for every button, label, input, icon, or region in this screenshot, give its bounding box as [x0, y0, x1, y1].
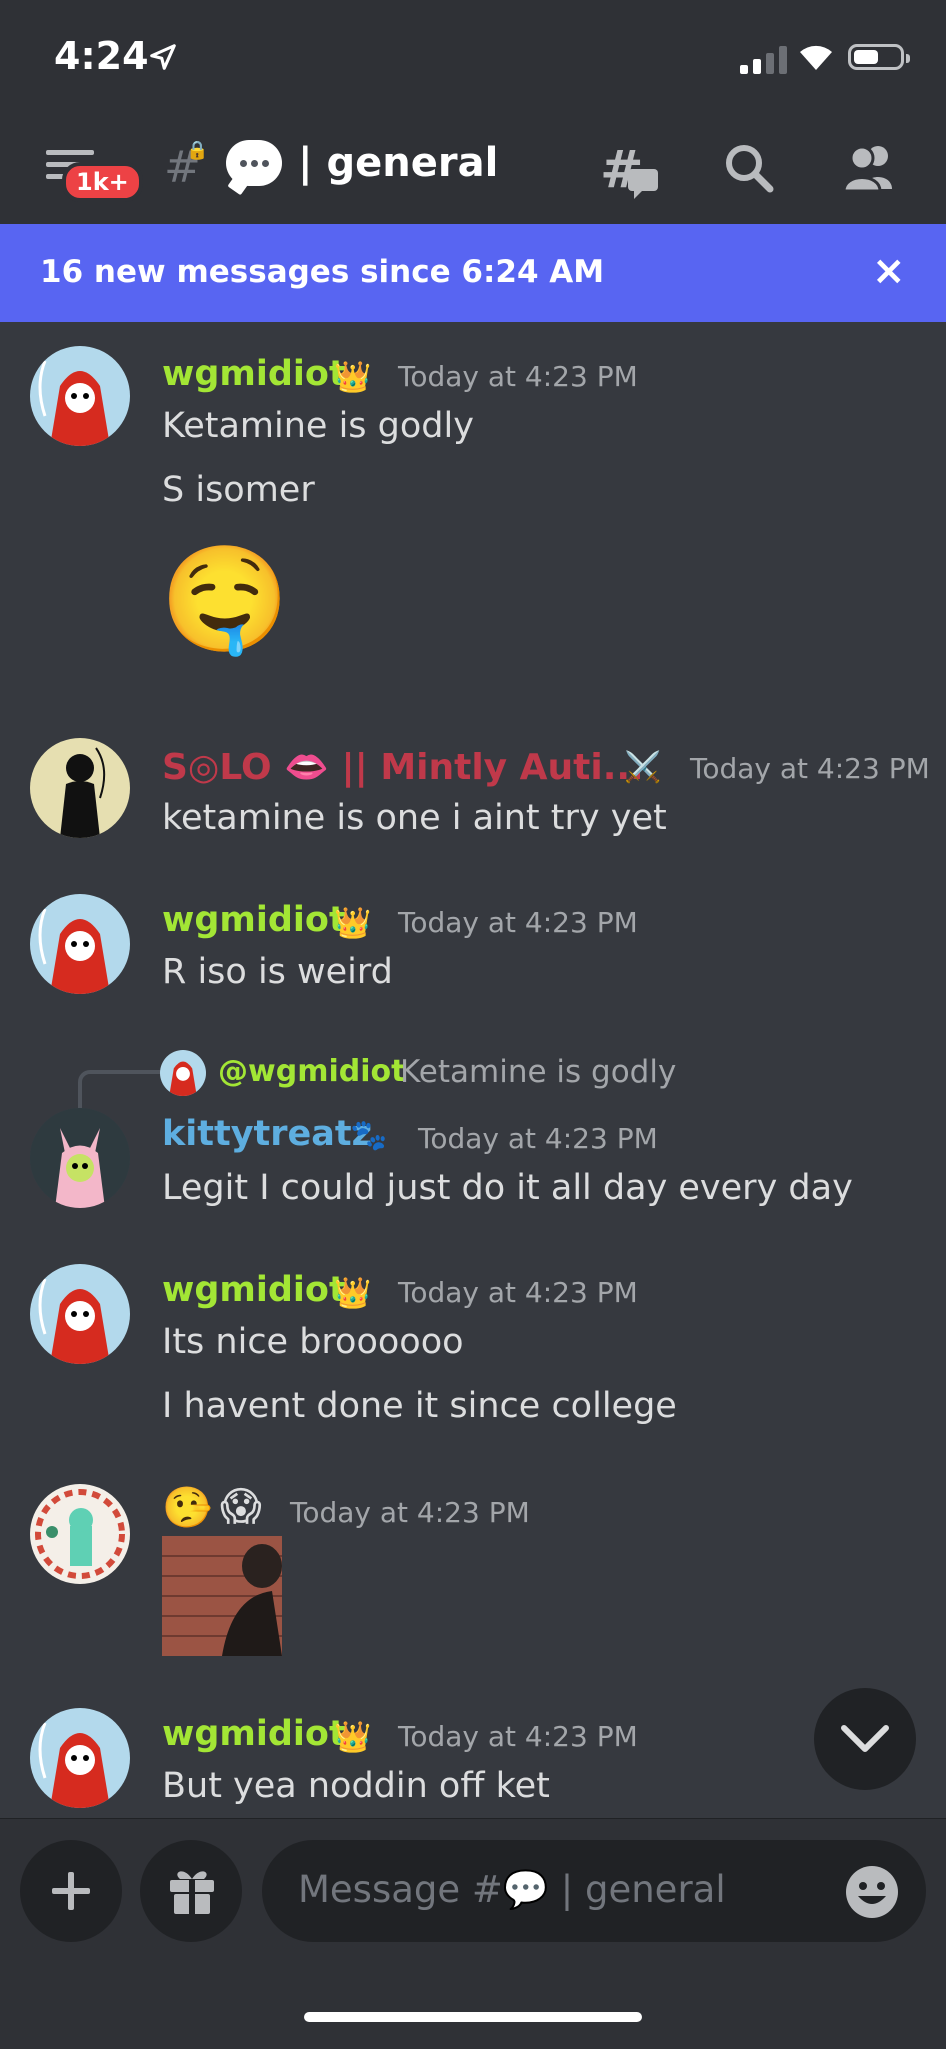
members-icon[interactable]	[842, 143, 898, 191]
close-icon[interactable]: ×	[872, 248, 906, 294]
message-text: R iso is weird	[162, 952, 393, 992]
message-text: S isomer	[162, 470, 315, 510]
avatar[interactable]	[30, 1264, 130, 1364]
emoji-picker-icon[interactable]	[844, 1864, 900, 1920]
username[interactable]: S◎LO 👄 || Mintly Auti...	[162, 746, 644, 788]
avatar[interactable]	[30, 1484, 130, 1584]
message-timestamp: Today at 4:23 PM	[398, 1720, 638, 1753]
message-text: Legit I could just do it all day every d…	[162, 1168, 853, 1208]
message-input-placeholder: Message #💬 | general	[298, 1868, 726, 1911]
cell-signal-icon	[740, 46, 787, 74]
home-indicator	[304, 2012, 642, 2022]
message-text: Ketamine is godly	[162, 406, 474, 446]
battery-icon	[848, 44, 910, 70]
role-badge-icon: 🐾	[350, 1118, 388, 1153]
speech-bubble-icon	[226, 140, 282, 186]
image-attachment[interactable]	[162, 1536, 282, 1656]
message-emoji: 🤤	[160, 538, 290, 660]
channel-title: | general	[298, 140, 499, 186]
role-badge-icon: 👑	[334, 906, 372, 941]
message-timestamp: Today at 4:23 PM	[398, 906, 638, 939]
username-emoji[interactable]: 😱	[220, 1484, 262, 1530]
new-messages-text: 16 new messages since 6:24 AM	[40, 254, 605, 290]
lock-icon: 🔒	[186, 140, 209, 161]
message-text: But yea noddin off ket	[162, 1766, 550, 1806]
username-emoji[interactable]: 🤥	[162, 1484, 212, 1531]
wifi-icon	[800, 45, 832, 70]
gift-button[interactable]	[140, 1840, 242, 1942]
message-timestamp: Today at 4:23 PM	[290, 1496, 530, 1529]
message-timestamp: Today at 4:23 PM	[398, 360, 638, 393]
role-badge-icon: 👑	[334, 1276, 372, 1311]
gift-icon	[170, 1871, 214, 1916]
avatar[interactable]	[30, 738, 130, 838]
reply-username[interactable]: @wgmidiot	[218, 1054, 405, 1089]
message-text: I havent done it since college	[162, 1386, 677, 1426]
username[interactable]: kittytreatz	[162, 1114, 372, 1154]
username[interactable]: wgmidiot	[162, 354, 346, 394]
avatar[interactable]	[30, 346, 130, 446]
role-badge-icon: 👑	[334, 360, 372, 395]
role-badge-icon: 👑	[334, 1720, 372, 1755]
reply-avatar	[160, 1050, 206, 1096]
message-timestamp: Today at 4:23 PM	[418, 1122, 658, 1155]
username[interactable]: wgmidiot	[162, 900, 346, 940]
message-text: ketamine is one i aint try yet	[162, 798, 667, 838]
avatar[interactable]	[30, 1708, 130, 1808]
username[interactable]: wgmidiot	[162, 1270, 346, 1310]
role-badge-icon: ⚔️	[624, 750, 662, 785]
threads-icon[interactable]: #	[600, 143, 660, 199]
location-arrow-icon	[150, 44, 176, 70]
status-time: 4:24	[54, 34, 149, 78]
message-text: Its nice broooooo	[162, 1322, 464, 1362]
avatar[interactable]	[30, 894, 130, 994]
message-timestamp: Today at 4:23 PM	[398, 1276, 638, 1309]
reply-connector	[78, 1070, 162, 1110]
plus-icon	[52, 1872, 90, 1910]
avatar[interactable]	[30, 1108, 130, 1208]
chevron-down-icon	[841, 1725, 889, 1752]
add-attachment-button[interactable]	[20, 1840, 122, 1942]
reply-preview-text[interactable]: Ketamine is godly	[400, 1054, 676, 1090]
search-icon[interactable]	[724, 143, 774, 193]
message-timestamp: Today at 4:23 PM	[690, 752, 930, 785]
username[interactable]: wgmidiot	[162, 1714, 346, 1754]
notification-badge: 1k+	[62, 162, 143, 202]
jump-to-bottom-button[interactable]	[814, 1688, 916, 1790]
